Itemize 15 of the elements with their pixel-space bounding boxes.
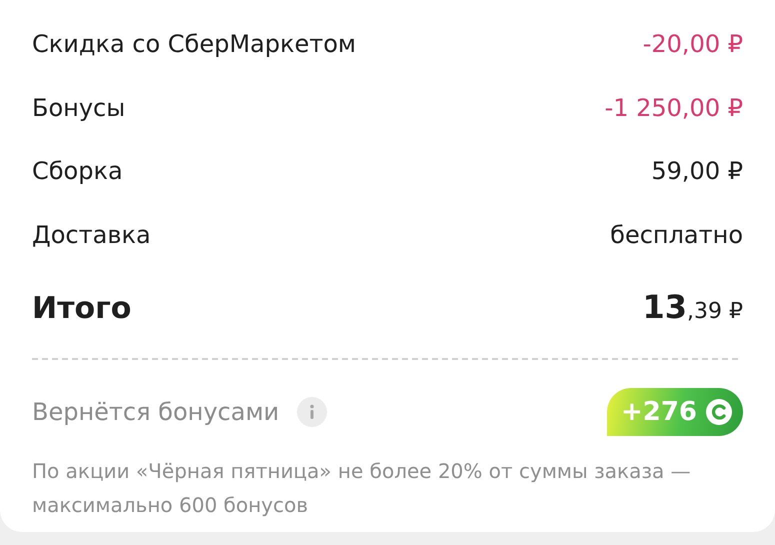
- line-amount: бесплатно: [610, 220, 743, 248]
- line-label: Доставка: [32, 220, 151, 248]
- bonus-note: По акции «Чёрная пятница» не более 20% от суммы заказа — максимально 600 бонусов: [32, 458, 692, 519]
- line-label: Скидка со СберМаркетом: [32, 30, 356, 58]
- line-amount: 59,00 ₽: [651, 157, 743, 185]
- line-label: Сборка: [32, 157, 123, 185]
- bonus-coin-icon: [705, 398, 733, 426]
- total-label: Итого: [32, 291, 132, 326]
- line-amount: -1 250,00 ₽: [604, 94, 743, 122]
- line-amount: -20,00 ₽: [642, 30, 743, 58]
- bonus-label: Вернётся бонусами: [32, 398, 280, 426]
- info-icon[interactable]: [297, 397, 328, 427]
- total-amount: 13,39 ₽: [642, 288, 743, 326]
- line-label: Бонусы: [32, 94, 126, 122]
- bonus-badge: +276: [606, 388, 743, 436]
